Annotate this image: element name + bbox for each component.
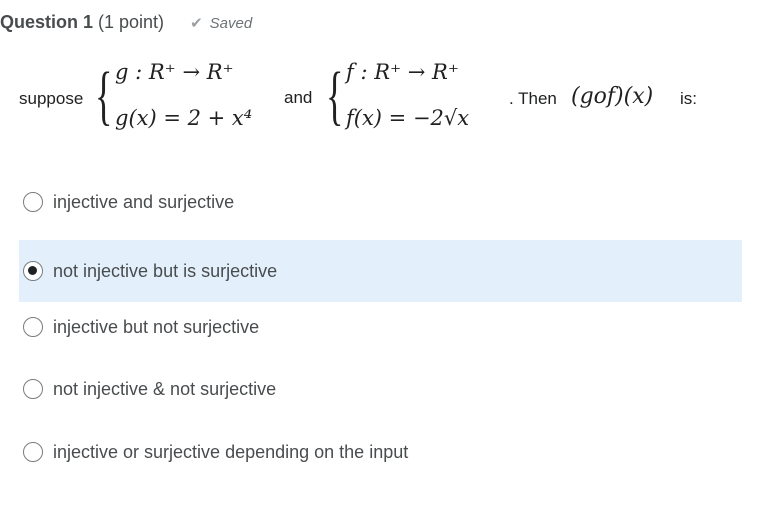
option-label: injective and surjective	[53, 191, 235, 212]
answer-option[interactable]: injective and surjective	[19, 171, 742, 233]
saved-label: Saved	[209, 15, 253, 32]
f-definition: f(x) = −2√x	[346, 106, 470, 130]
answer-option[interactable]: injective or surjective depending on the…	[19, 421, 742, 483]
radio-button[interactable]	[23, 379, 43, 399]
radio-button[interactable]	[23, 317, 43, 337]
composition-expression: (gof)(x)	[571, 84, 654, 109]
radio-button[interactable]	[23, 192, 43, 212]
left-brace-f: {	[326, 59, 344, 132]
option-label: injective but not surjective	[53, 316, 260, 337]
option-label: not injective but is surjective	[53, 260, 278, 281]
option-label: not injective & not surjective	[53, 378, 277, 399]
check-icon: ✔	[190, 15, 203, 32]
question-title: Question 1	[0, 12, 94, 32]
radio-button-checked[interactable]	[23, 261, 43, 281]
question-header: Question 1 (1 point) ✔ Saved	[0, 12, 252, 33]
answer-option[interactable]: not injective & not surjective	[19, 358, 742, 420]
word-is: is:	[680, 89, 697, 108]
word-suppose: suppose	[19, 89, 84, 108]
left-brace-g: {	[95, 59, 113, 132]
word-then: . Then	[509, 89, 557, 108]
option-label: injective or surjective depending on the…	[53, 441, 409, 462]
answer-option[interactable]: injective but not surjective	[19, 296, 742, 358]
radio-button[interactable]	[23, 442, 43, 462]
f-mapping: f : R⁺ → R⁺	[346, 60, 459, 84]
word-and: and	[284, 88, 313, 107]
saved-status: ✔ Saved	[190, 14, 252, 32]
question-stem: suppose { g : R⁺ → R⁺ g(x) = 2 + x⁴ and …	[19, 54, 749, 144]
answer-option-selected[interactable]: not injective but is surjective	[19, 240, 742, 302]
question-points: (1 point)	[98, 12, 165, 32]
g-definition: g(x) = 2 + x⁴	[115, 106, 253, 130]
radio-dot-icon	[28, 266, 37, 275]
g-mapping: g : R⁺ → R⁺	[115, 60, 234, 84]
